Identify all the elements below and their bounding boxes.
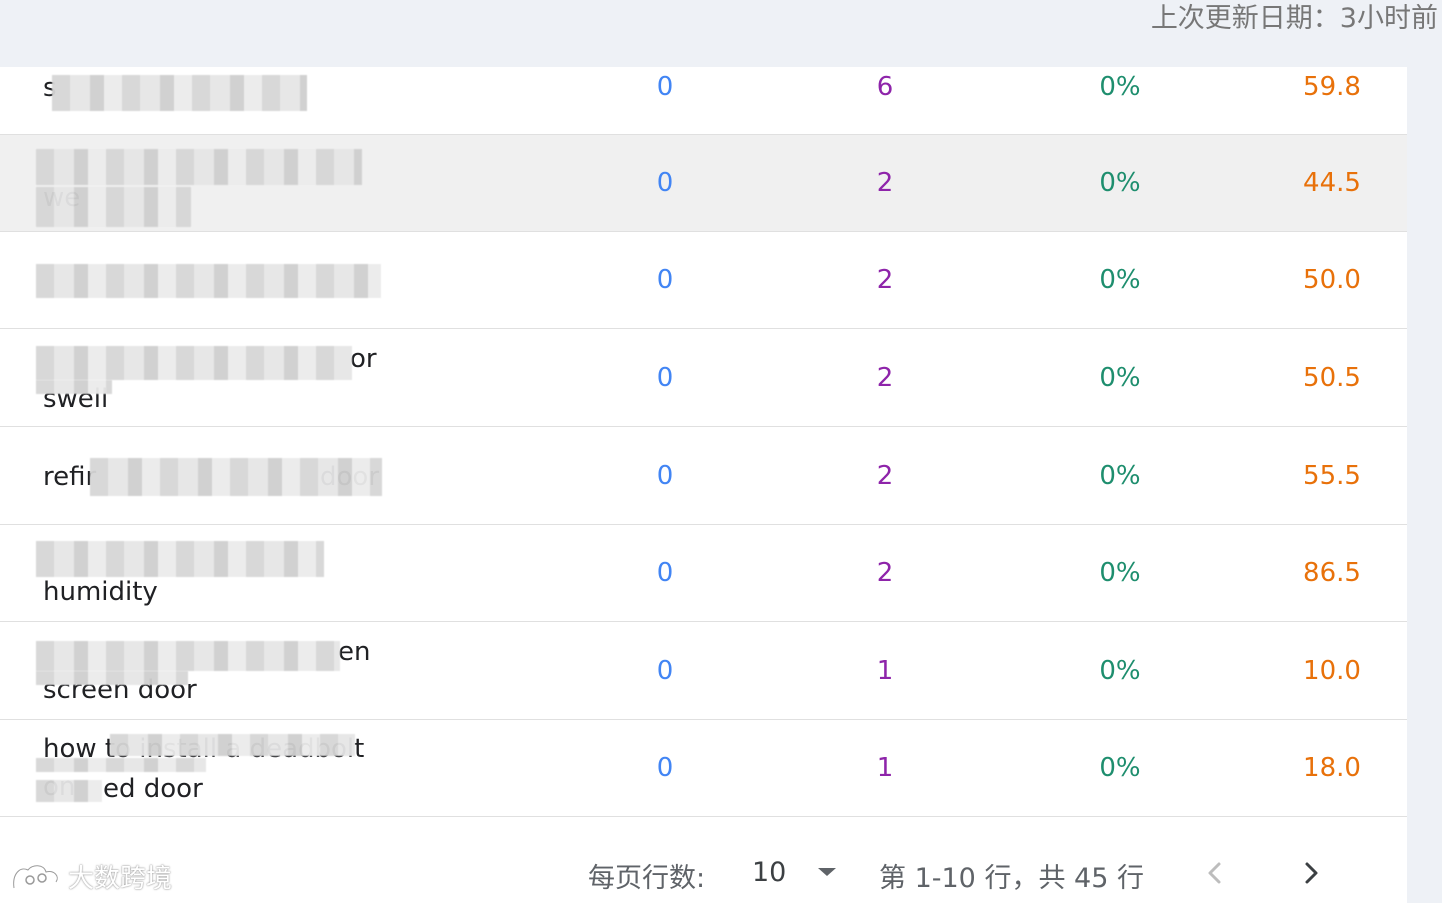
rows-per-page-select[interactable]: 10 [752,852,838,892]
redaction-blur [36,346,352,380]
impressions-cell: 1 [876,656,894,686]
redaction-blur [36,187,191,227]
position-cell: 44.5 [1303,168,1361,198]
redaction-blur [36,671,188,685]
impressions-cell: 1 [876,753,894,783]
table-row[interactable]: s 0 6 0% 59.8 [0,67,1407,135]
table-row[interactable]: humidity 0 2 0% 86.5 [0,525,1407,622]
query-cell-line2: humidity [43,577,158,607]
last-updated-text: 上次更新日期：3小时前 [1150,3,1438,34]
clicks-cell: 0 [656,558,674,588]
ctr-cell: 0% [1099,72,1141,102]
redaction-blur [36,780,102,802]
watermark: 大数跨境 [10,858,172,895]
position-cell: 86.5 [1303,558,1361,588]
table-row[interactable]: refir door 0 2 0% 55.5 [0,428,1407,525]
pagination-range: 第 1-10 行，共 45 行 [879,863,1144,894]
impressions-cell: 2 [876,363,894,393]
ctr-cell: 0% [1099,753,1141,783]
redaction-blur [36,758,206,772]
clicks-cell: 0 [656,461,674,491]
impressions-cell: 2 [876,461,894,491]
impressions-cell: 2 [876,168,894,198]
pagination-bar: 大数跨境 每页行数: 10 第 1-10 行，共 45 行 [0,838,1442,903]
table-row[interactable]: 0 2 0% 50.0 [0,232,1407,329]
previous-page-button[interactable] [1200,858,1230,888]
table-row[interactable]: we 0 2 0% 44.5 [0,135,1407,232]
redaction-blur [52,75,307,111]
redaction-blur [36,149,362,185]
position-cell: 10.0 [1303,656,1361,686]
chevron-left-icon [1208,862,1221,884]
table-row[interactable]: en screen door 0 1 0% 10.0 [0,623,1407,720]
clicks-cell: 0 [656,265,674,295]
redaction-blur [36,541,324,577]
ctr-cell: 0% [1099,265,1141,295]
caret-down-icon [818,868,837,876]
table-row[interactable]: how to install a deadbolt on ed door 0 1… [0,720,1407,817]
ctr-cell: 0% [1099,461,1141,491]
rows-per-page-value: 10 [752,856,787,888]
impressions-cell: 2 [876,265,894,295]
queries-table: s 0 6 0% 59.8 we 0 2 0% 44.5 0 2 0% 50. [0,67,1407,903]
clicks-cell: 0 [656,72,674,102]
ctr-cell: 0% [1099,656,1141,686]
watermark-text: 大数跨境 [68,864,173,894]
position-cell: 18.0 [1303,753,1361,783]
impressions-cell: 6 [876,72,894,102]
ctr-cell: 0% [1099,363,1141,393]
watermark-logo-icon [12,863,59,888]
redaction-blur [90,458,382,496]
redaction-blur [36,380,112,394]
query-cell-line1-end: en [338,637,371,667]
query-cell-line1-end: or [350,344,377,374]
position-cell: 59.8 [1303,72,1361,102]
position-cell: 55.5 [1303,461,1361,491]
search-performance-page: 上次更新日期：3小时前 s 0 6 0% 59.8 we 0 2 0% 44.5 [0,0,1442,903]
clicks-cell: 0 [656,363,674,393]
query-cell-line2: ed door [103,774,203,804]
clicks-cell: 0 [656,753,674,783]
redaction-blur [36,641,340,671]
position-cell: 50.5 [1303,363,1361,393]
clicks-cell: 0 [656,168,674,198]
table-row[interactable]: or swell 0 2 0% 50.5 [0,330,1407,427]
ctr-cell: 0% [1099,558,1141,588]
impressions-cell: 2 [876,558,894,588]
chevron-right-icon [1305,862,1318,884]
clicks-cell: 0 [656,656,674,686]
ctr-cell: 0% [1099,168,1141,198]
redaction-blur [110,734,355,756]
redaction-blur [36,264,381,298]
position-cell: 50.0 [1303,265,1361,295]
next-page-button[interactable] [1296,858,1326,888]
rows-per-page-label: 每页行数: [588,863,706,894]
